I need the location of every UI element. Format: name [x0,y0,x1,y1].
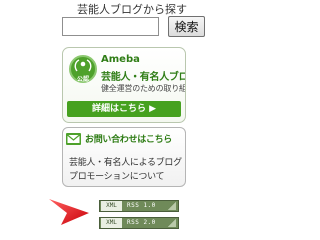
inquiry-text-line2: プロモーションについて [69,172,165,182]
red-arrow-icon [49,199,89,225]
rss-corner-decoration [168,202,176,210]
ameba-banner-title: 芸能人・有名人ブログ [101,72,185,83]
ameba-certified-blog-banner[interactable]: 公認 Ameba 芸能人・有名人ブログ 健全運営のための取り組み 詳細はこちら … [62,47,186,123]
rss-xml-label: XML [101,218,122,228]
details-button[interactable]: 詳細はこちら ▶ [67,101,181,117]
inquiry-link[interactable]: お問い合わせはこちら [85,132,172,145]
laurel-icon [74,59,92,72]
inquiry-banner[interactable]: お問い合わせはこちら 芸能人・有名人によるブログ プロモーションについて [62,127,186,187]
search-button[interactable]: 検索 [168,16,205,37]
ameba-certified-logo: 公認 [69,55,97,83]
rss-version-label: RSS 1.0 [127,202,156,209]
rss-2-0-badge[interactable]: XML RSS 2.0 [99,217,179,229]
ameba-banner-subtitle: 健全運営のための取り組み [101,84,186,93]
rss-version-label: RSS 2.0 [127,219,156,226]
rss-xml-label: XML [101,201,122,211]
rss-1-0-badge[interactable]: XML RSS 1.0 [99,200,179,212]
logo-badge-text: 公認 [76,76,89,83]
search-input[interactable] [62,17,159,36]
inquiry-text-line1: 芸能人・有名人によるブログ [69,158,182,168]
search-label: 芸能人ブログから探す [77,3,187,16]
rss-corner-decoration [168,219,176,227]
mail-icon [66,133,81,145]
ameba-brand: Ameba [101,54,140,65]
